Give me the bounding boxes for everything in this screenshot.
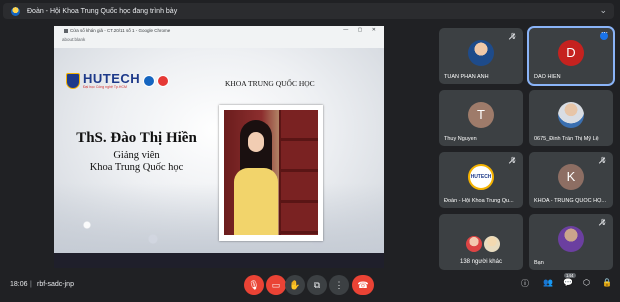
photo-dress — [234, 168, 278, 235]
chevron-down-icon[interactable]: ⌄ — [599, 5, 607, 16]
participant-name: 0675_Đinh Trần Thị Mỹ Lệ — [534, 136, 599, 142]
lecturer-info: ThS. Đào Thị Hiền Giảng viên Khoa Trung … — [54, 130, 219, 173]
self-tile[interactable]: 🎙 Bạn — [529, 214, 613, 270]
avatar — [484, 236, 500, 252]
logo-text: HUTECH — [83, 71, 141, 86]
browser-window-chrome: Cửa sổ khán giả - CT.20/11 số 1 - Google… — [54, 26, 384, 48]
raise-hand-icon: ✋ — [289, 279, 301, 290]
photo-face — [248, 132, 264, 152]
participant-name: DAO HIEN — [534, 74, 561, 80]
browser-tab-title: Cửa sổ khán giả - CT.20/11 số 1 - Google… — [64, 28, 170, 33]
participant-tile[interactable]: 0675_Đinh Trần Thị Mỹ Lệ — [529, 90, 613, 146]
avatar: T — [468, 101, 494, 128]
participant-name: Thuy Nguyen — [444, 136, 477, 142]
info-icon[interactable]: ⓘ — [521, 278, 529, 289]
participant-tile[interactable]: 🎙 TUAN PHAN ANH — [439, 28, 523, 84]
photo-door — [279, 110, 318, 235]
others-avatars — [466, 236, 500, 252]
department-title: KHOA TRUNG QUỐC HỌC — [225, 79, 315, 88]
mic-off-icon: 🎙 — [599, 220, 607, 226]
camera-off-icon: ▭ — [271, 279, 281, 290]
avatar — [558, 101, 584, 128]
people-icon[interactable]: 👥 — [543, 278, 553, 287]
mic-off-icon: 🎙 — [599, 158, 607, 164]
mic-toggle-button[interactable]: 🎙 — [244, 275, 264, 295]
avatar — [468, 39, 494, 66]
participant-name: Bạn — [534, 260, 544, 266]
end-call-icon: ☎ — [357, 279, 369, 290]
participant-tile[interactable]: HUTECH 🎙 Đoàn - Hội Khoa Trung Qu... — [439, 152, 523, 208]
presentation-slide: HUTECH Đại học Công nghệ Tp.HCM KHOA TRU… — [54, 48, 384, 253]
window-controls: — ▢ ✕ — [343, 27, 380, 33]
participant-tile[interactable]: D DAO HIEN — [527, 26, 615, 86]
participant-tile[interactable]: K 🎙 KHOA - TRUNG QUỐC HỌ... — [529, 152, 613, 208]
hutech-shield-icon — [66, 72, 80, 89]
mic-off-icon: 🎙 — [248, 279, 260, 290]
presenting-bar: Đoàn - Hội Khoa Trung Quốc học đang trìn… — [3, 3, 614, 19]
university-logo: HUTECH Đại học Công nghệ Tp.HCM — [66, 71, 170, 89]
camera-toggle-button[interactable]: ▭ — [266, 275, 286, 295]
present-screen-icon: ⧉ — [313, 279, 321, 290]
student-union-badge-icon — [157, 74, 170, 87]
lecturer-name: ThS. Đào Thị Hiền — [76, 130, 197, 146]
separator: | — [30, 281, 32, 288]
avatar — [558, 225, 584, 252]
mic-off-icon: 🎙 — [509, 34, 517, 40]
present-button[interactable]: ⧉ — [307, 275, 327, 295]
meeting-code: rbf-sadc-jnp — [37, 281, 74, 288]
shared-screen: Cửa sổ khán giả - CT.20/11 số 1 - Google… — [54, 26, 384, 268]
participant-name: TUAN PHAN ANH — [444, 74, 489, 80]
presenting-title: Đoàn - Hội Khoa Trung Quốc học đang trìn… — [27, 7, 178, 15]
others-count: 138 người khác — [460, 259, 502, 265]
raise-hand-button[interactable]: ✋ — [285, 275, 305, 295]
lecturer-faculty: Khoa Trung Quốc học — [89, 162, 184, 173]
chat-icon[interactable]: 💬 — [563, 278, 573, 287]
lecturer-photo-frame — [219, 105, 323, 241]
participant-name: Đoàn - Hội Khoa Trung Qu... — [444, 198, 514, 204]
participant-tile[interactable]: T Thuy Nguyen — [439, 90, 523, 146]
others-tile[interactable]: 138 người khác — [439, 214, 523, 270]
youth-union-badge-icon — [143, 74, 156, 87]
host-controls-icon[interactable]: 🔒 — [602, 278, 612, 287]
speaking-indicator-icon — [600, 29, 608, 40]
presenter-logo-icon — [11, 6, 20, 16]
shared-screen-taskbar — [54, 253, 384, 268]
more-options-icon: ⋮ — [334, 279, 344, 290]
avatar-logo-text: HUTECH — [470, 173, 492, 180]
call-controls-bar: 18:06 | rbf-sadc-jnp 🎙 ▭ ✋ ⧉ ⋮ ☎ ⓘ 👥 144… — [0, 272, 620, 302]
browser-url: about:blank — [62, 37, 86, 42]
avatar: D — [558, 39, 584, 66]
mic-off-icon: 🎙 — [509, 158, 517, 164]
activities-icon[interactable]: ⬡ — [583, 278, 590, 287]
meeting-time: 18:06 — [10, 281, 28, 288]
lecturer-role: Giảng viên — [113, 150, 160, 161]
end-call-button[interactable]: ☎ — [352, 275, 374, 295]
more-options-button[interactable]: ⋮ — [329, 275, 349, 295]
participant-name: KHOA - TRUNG QUỐC HỌ... — [534, 198, 607, 204]
avatar: K — [558, 163, 584, 190]
lecturer-photo — [224, 110, 318, 235]
avatar: HUTECH — [468, 163, 494, 190]
avatar — [466, 236, 482, 252]
